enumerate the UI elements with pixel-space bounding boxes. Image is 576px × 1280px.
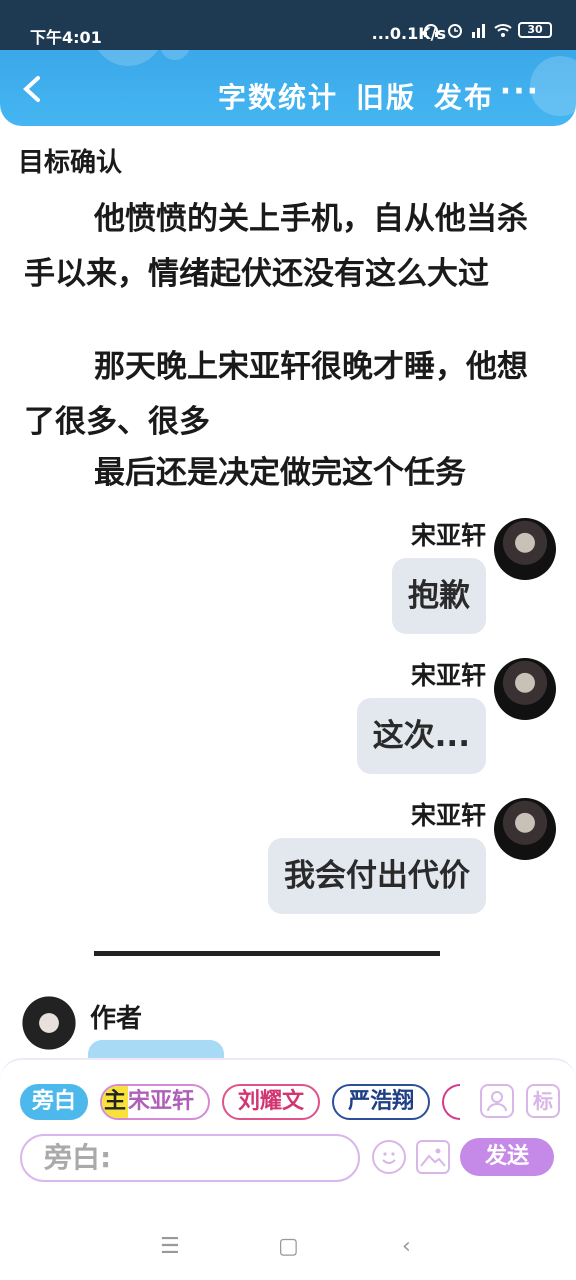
top-bar: 下午4:01 ...0.1K/s 30 字数统计 旧版 发布 ··· — [0, 0, 576, 126]
message-bubble[interactable]: 抱歉 — [392, 558, 486, 634]
chip-character[interactable]: 刘耀文 — [222, 1084, 321, 1120]
chip-narration[interactable]: 旁白 — [20, 1084, 89, 1120]
message-bubble[interactable]: 这次... — [356, 698, 486, 774]
mark-button[interactable]: 标 — [526, 1084, 560, 1118]
chip-character[interactable]: 严浩翔 — [332, 1084, 431, 1120]
main-mark-badge: 主 — [102, 1086, 129, 1118]
alarm-icon — [448, 24, 462, 38]
more-menu-button[interactable]: ··· — [500, 74, 540, 109]
message-bubble[interactable]: 我会付出代价 — [268, 838, 486, 914]
back-arrow-icon[interactable] — [18, 74, 46, 104]
status-bar: 下午4:01 ...0.1K/s 30 — [0, 0, 576, 50]
narration-paragraph[interactable]: 那天晚上宋亚轩很晚才睡，他想了很多、很多 — [24, 340, 544, 450]
headphone-icon — [424, 24, 438, 37]
author-avatar[interactable] — [20, 996, 78, 1056]
role-chips: 旁白 主宋亚轩 刘耀文 严浩翔 — [20, 1084, 461, 1120]
word-count-button[interactable]: 字数统计 — [218, 76, 338, 116]
message-sender-name: 宋亚轩 — [410, 521, 486, 550]
publish-button[interactable]: 发布 — [434, 76, 494, 116]
signal-icon — [472, 24, 485, 38]
message-input[interactable]: 旁白: — [20, 1134, 360, 1182]
section-divider — [94, 951, 440, 956]
back-icon[interactable]: ‹ — [402, 1234, 411, 1259]
status-time: 下午4:01 — [30, 28, 102, 47]
chip-main-character-label: 宋亚轩 — [128, 1089, 195, 1114]
composer-panel: 旁白 主宋亚轩 刘耀文 严浩翔 标 旁白: 发送 — [0, 1058, 576, 1210]
home-icon[interactable]: ▢ — [278, 1234, 299, 1259]
wifi-icon — [494, 24, 512, 37]
send-button[interactable]: 发送 — [460, 1138, 554, 1176]
chip-main-character[interactable]: 主宋亚轩 — [100, 1084, 211, 1120]
character-manage-icon[interactable] — [480, 1084, 514, 1118]
avatar[interactable] — [494, 798, 556, 860]
image-icon[interactable] — [416, 1140, 450, 1174]
message-sender-name: 宋亚轩 — [410, 661, 486, 690]
chapter-title[interactable]: 目标确认 — [18, 142, 122, 179]
avatar[interactable] — [494, 658, 556, 720]
chip-character-partial[interactable] — [442, 1084, 461, 1120]
narration-paragraph[interactable]: 他愤愤的关上手机，自从他当杀手以来，情绪起伏还没有这么大过 — [24, 192, 544, 302]
message-sender-name: 宋亚轩 — [410, 801, 486, 830]
old-version-button[interactable]: 旧版 — [356, 76, 416, 116]
emoji-icon[interactable] — [372, 1140, 406, 1174]
menu-icon[interactable]: ☰ — [160, 1234, 180, 1259]
avatar[interactable] — [494, 518, 556, 580]
system-nav-bar: ☰ ▢ ‹ — [0, 1210, 576, 1280]
narration-paragraph[interactable]: 最后还是决定做完这个任务 — [24, 446, 544, 501]
battery-icon: 30 — [518, 22, 552, 38]
app-header: 字数统计 旧版 发布 ··· — [0, 50, 576, 126]
author-name: 作者 — [90, 1004, 143, 1034]
